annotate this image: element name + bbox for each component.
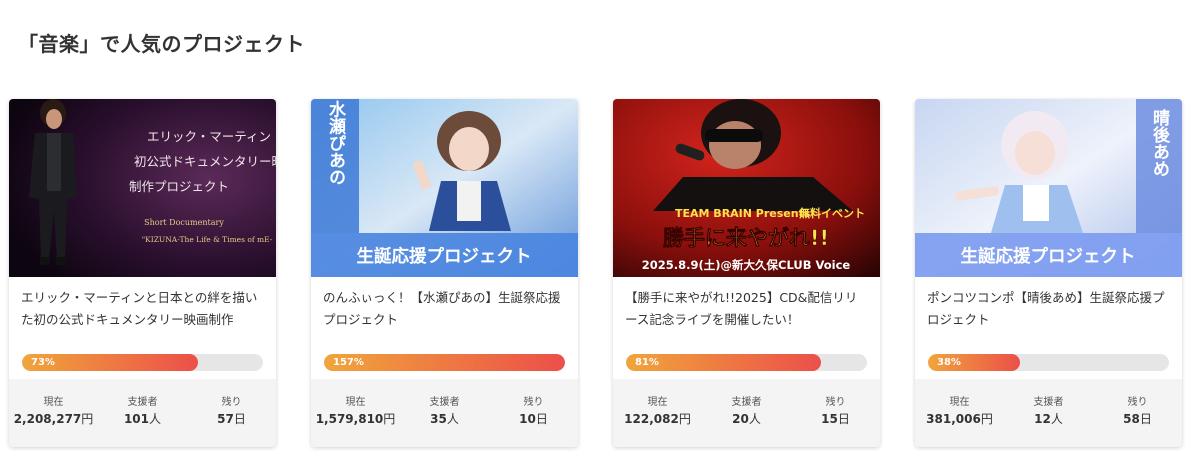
days-left: 58: [1123, 412, 1140, 426]
supporters-count: 20: [732, 412, 749, 426]
days-left: 57: [217, 412, 234, 426]
days-left: 15: [821, 412, 838, 426]
stat-label: 残り: [221, 397, 242, 408]
stat-label: 残り: [523, 397, 544, 408]
section-title: 「音楽」で人気のプロジェクト: [18, 32, 305, 56]
unit: 人: [446, 412, 459, 426]
project-thumbnail[interactable]: TEAM BRAIN Presents 無料イベント 勝手に来やがれ!! 202…: [613, 99, 880, 277]
progress-bar: 81%: [626, 354, 867, 371]
progress-bar: 38%: [928, 354, 1169, 371]
image-caption-line1: エリック・マーティン: [147, 129, 271, 144]
unit: 日: [837, 412, 850, 426]
stat-label: 残り: [825, 397, 846, 408]
image-caption1: TEAM BRAIN Presents: [675, 207, 811, 220]
project-thumbnail[interactable]: 水瀬ぴあの 生誕応援プロジェクト: [311, 99, 578, 277]
progress-percent: 157%: [333, 357, 364, 368]
stat-current: 現在 122,082円: [613, 379, 702, 447]
stat-current: 現在 381,006円: [915, 379, 1004, 447]
progress-percent: 81%: [635, 357, 659, 368]
image-caption-line2: 初公式ドキュメンタリー映: [134, 154, 276, 169]
project-card[interactable]: 水瀬ぴあの 生誕応援プロジェクト のんふぃっく！【水瀬ぴあの】生誕祭応援プロジェ…: [311, 99, 578, 447]
project-stats: 現在 1,579,810円 支援者 35人 残り 10日: [311, 379, 578, 447]
project-title[interactable]: ポンコツコンポ【晴後あめ】生誕祭応援プロジェクト: [927, 287, 1170, 331]
unit: 日: [535, 412, 548, 426]
project-thumbnail[interactable]: エリック・マーティン 初公式ドキュメンタリー映 制作プロジェクト Short D…: [9, 99, 276, 277]
image-subcaption2: "KIZUNA-The Life & Times of mE-: [142, 235, 273, 244]
stat-label: 支援者: [127, 397, 158, 408]
image-caption2: 勝手に来やがれ!!: [663, 226, 829, 250]
project-title[interactable]: エリック・マーティンと日本との絆を描いた初の公式ドキュメンタリー映画制作: [21, 287, 264, 331]
project-stats: 現在 2,208,277円 支援者 101人 残り 57日: [9, 379, 276, 447]
image-vertical-name: 晴後あめ: [1149, 109, 1170, 177]
image-banner: 生誕応援プロジェクト: [357, 246, 532, 267]
progress-bar: 157%: [324, 354, 565, 371]
unit: 円: [678, 412, 691, 426]
current-amount: 381,006: [926, 412, 981, 426]
supporters-count: 35: [430, 412, 447, 426]
project-stats: 現在 122,082円 支援者 20人 残り 15日: [613, 379, 880, 447]
image-vertical-name: 水瀬ぴあの: [325, 99, 346, 185]
stat-remaining: 残り 58日: [1093, 379, 1182, 447]
unit: 円: [81, 412, 94, 426]
unit: 日: [1139, 412, 1152, 426]
project-card[interactable]: TEAM BRAIN Presents 無料イベント 勝手に来やがれ!! 202…: [613, 99, 880, 447]
stat-label: 支援者: [429, 397, 460, 408]
project-card[interactable]: エリック・マーティン 初公式ドキュメンタリー映 制作プロジェクト Short D…: [9, 99, 276, 447]
current-amount: 122,082: [624, 412, 679, 426]
image-banner: 生誕応援プロジェクト: [961, 246, 1136, 267]
stat-current: 現在 2,208,277円: [9, 379, 98, 447]
stat-label: 支援者: [731, 397, 762, 408]
stat-supporters: 支援者 35人: [400, 379, 489, 447]
project-card[interactable]: 晴後あめ 生誕応援プロジェクト ポンコツコンポ【晴後あめ】生誕祭応援プロジェクト…: [915, 99, 1182, 447]
unit: 人: [149, 412, 162, 426]
supporters-count: 12: [1034, 412, 1051, 426]
unit: 円: [980, 412, 993, 426]
stat-remaining: 残り 10日: [489, 379, 578, 447]
image-subcaption1: Short Documentary: [144, 218, 224, 227]
progress-bar: 73%: [22, 354, 263, 371]
unit: 円: [383, 412, 396, 426]
stat-label: 支援者: [1033, 397, 1064, 408]
project-title[interactable]: のんふぃっく！【水瀬ぴあの】生誕祭応援プロジェクト: [323, 287, 566, 331]
current-amount: 1,579,810: [315, 412, 384, 426]
stat-remaining: 残り 15日: [791, 379, 880, 447]
image-caption3: 2025.8.9(土)@新大久保CLUB Voice: [642, 258, 851, 272]
stat-remaining: 残り 57日: [187, 379, 276, 447]
current-amount: 2,208,277: [13, 412, 82, 426]
image-caption1b: 無料イベント: [799, 206, 865, 220]
stat-supporters: 支援者 101人: [98, 379, 187, 447]
project-title[interactable]: 【勝手に来やがれ!!2025】CD&配信リリース記念ライブを開催したい！: [625, 287, 868, 331]
unit: 日: [233, 412, 246, 426]
progress-percent: 38%: [937, 357, 961, 368]
progress-percent: 73%: [31, 357, 55, 368]
project-stats: 現在 381,006円 支援者 12人 残り 58日: [915, 379, 1182, 447]
stat-label: 現在: [647, 397, 668, 408]
unit: 人: [748, 412, 761, 426]
stat-current: 現在 1,579,810円: [311, 379, 400, 447]
unit: 人: [1050, 412, 1063, 426]
stat-supporters: 支援者 20人: [702, 379, 791, 447]
project-thumbnail[interactable]: 晴後あめ 生誕応援プロジェクト: [915, 99, 1182, 277]
days-left: 10: [519, 412, 536, 426]
supporters-count: 101: [123, 412, 150, 426]
stat-label: 残り: [1127, 397, 1148, 408]
image-caption-line3: 制作プロジェクト: [129, 179, 229, 194]
stat-label: 現在: [949, 397, 970, 408]
stat-supporters: 支援者 12人: [1004, 379, 1093, 447]
stat-label: 現在: [345, 397, 366, 408]
stat-label: 現在: [43, 397, 64, 408]
